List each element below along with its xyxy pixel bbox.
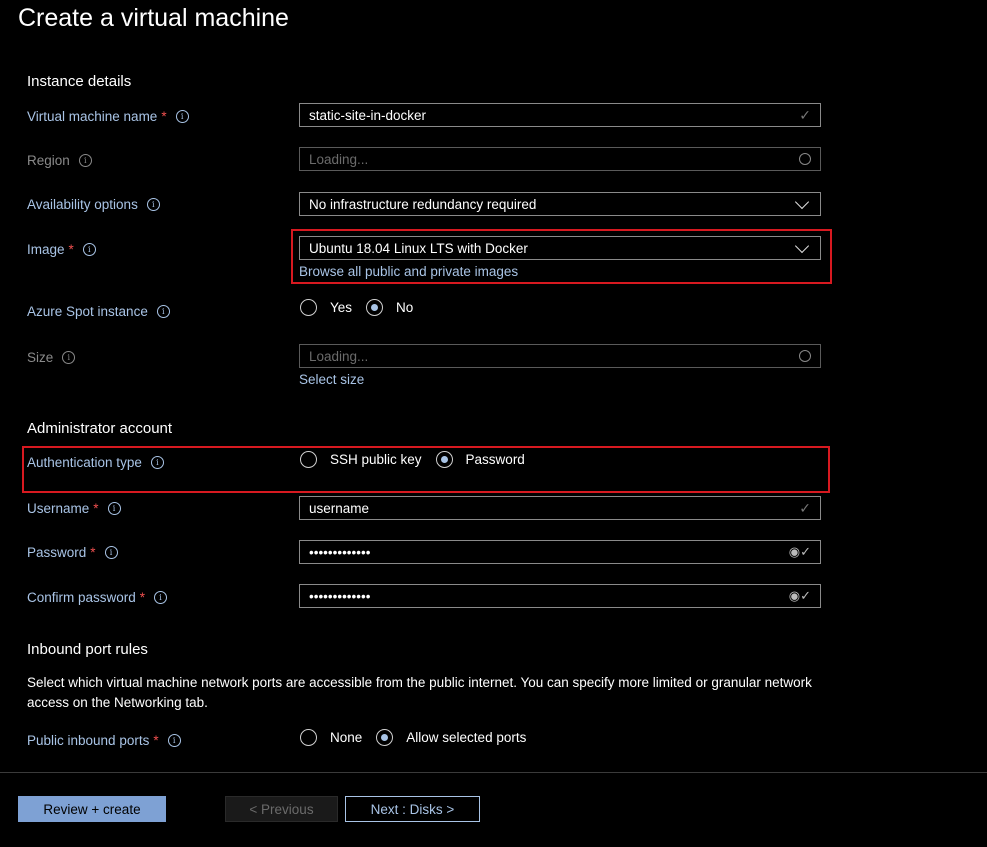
- spot-option-yes-label: Yes: [330, 300, 353, 315]
- region-label: Region i: [27, 153, 92, 168]
- password-input[interactable]: ••••••••••••• ◉✓: [299, 540, 821, 564]
- loading-spinner-icon: [799, 153, 811, 165]
- public-ports-label-text: Public inbound ports: [27, 733, 150, 748]
- password-label-text: Password: [27, 545, 87, 560]
- footer-divider: [0, 772, 987, 773]
- username-value: username: [309, 500, 370, 516]
- region-value: Loading...: [309, 151, 369, 167]
- info-icon[interactable]: i: [154, 591, 168, 604]
- size-label: Size i: [27, 350, 76, 365]
- availability-label: Availability options i: [27, 197, 160, 212]
- public-ports-radio-group: None Allow selected ports: [300, 729, 540, 746]
- spot-radio-group: Yes No: [300, 299, 427, 316]
- radio-button[interactable]: [300, 299, 317, 316]
- auth-highlight-box: [22, 446, 830, 493]
- size-label-text: Size: [27, 350, 54, 365]
- required-asterisk: *: [153, 733, 159, 748]
- username-label: Username * i: [27, 501, 121, 516]
- spot-option-no[interactable]: No: [366, 299, 413, 316]
- password-reveal-icon[interactable]: ◉✓: [789, 544, 811, 560]
- size-select[interactable]: Loading...: [299, 344, 821, 368]
- confirm-password-input[interactable]: ••••••••••••• ◉✓: [299, 584, 821, 608]
- spot-option-no-label: No: [396, 300, 414, 315]
- next-disks-button[interactable]: Next : Disks >: [345, 796, 480, 822]
- info-icon[interactable]: i: [82, 243, 96, 256]
- info-icon[interactable]: i: [107, 502, 121, 515]
- spot-label-text: Azure Spot instance: [27, 304, 148, 319]
- availability-value: No infrastructure redundancy required: [309, 196, 537, 212]
- vm-name-input[interactable]: static-site-in-docker ✓: [299, 103, 821, 127]
- radio-button-selected[interactable]: [376, 729, 394, 746]
- radio-button-selected[interactable]: [366, 299, 384, 316]
- loading-spinner-icon: [799, 350, 811, 362]
- confirm-password-label: Confirm password * i: [27, 590, 168, 605]
- password-value: •••••••••••••: [309, 544, 371, 560]
- section-administrator-account: Administrator account: [27, 420, 173, 437]
- spot-option-yes[interactable]: Yes: [300, 299, 352, 316]
- image-label: Image * i: [27, 242, 96, 257]
- checkmark-icon: ✓: [799, 106, 811, 123]
- vm-name-label-text: Virtual machine name: [27, 109, 158, 124]
- required-asterisk: *: [139, 590, 146, 605]
- ports-option-allow-label: Allow selected ports: [406, 730, 527, 745]
- radio-button[interactable]: [300, 729, 317, 746]
- password-reveal-icon[interactable]: ◉✓: [789, 588, 811, 604]
- info-icon[interactable]: i: [146, 198, 160, 211]
- info-icon[interactable]: i: [156, 305, 170, 318]
- required-asterisk: *: [93, 501, 99, 516]
- required-asterisk: *: [161, 109, 167, 124]
- ports-option-allow[interactable]: Allow selected ports: [376, 729, 526, 746]
- required-asterisk: *: [68, 242, 74, 257]
- confirm-password-value: •••••••••••••: [309, 588, 371, 604]
- inbound-description: Select which virtual machine network por…: [27, 675, 812, 710]
- public-ports-label: Public inbound ports * i: [27, 733, 181, 748]
- vm-name-value: static-site-in-docker: [309, 107, 427, 123]
- availability-select[interactable]: No infrastructure redundancy required: [299, 192, 821, 216]
- info-icon[interactable]: i: [104, 546, 118, 559]
- ports-option-none[interactable]: None: [300, 729, 362, 746]
- info-icon[interactable]: i: [62, 351, 76, 364]
- ports-option-none-label: None: [330, 730, 363, 745]
- page-title: Create a virtual machine: [18, 4, 289, 32]
- select-size-link[interactable]: Select size: [299, 372, 364, 387]
- info-icon[interactable]: i: [78, 154, 92, 167]
- spot-label: Azure Spot instance i: [27, 304, 170, 319]
- password-label: Password * i: [27, 545, 118, 560]
- required-asterisk: *: [90, 545, 96, 560]
- checkmark-icon: ✓: [799, 499, 811, 516]
- availability-label-text: Availability options: [27, 197, 138, 212]
- image-highlight-box: [291, 229, 832, 284]
- username-input[interactable]: username ✓: [299, 496, 821, 520]
- username-label-text: Username: [27, 501, 90, 516]
- review-create-button[interactable]: Review + create: [18, 796, 166, 822]
- confirm-password-label-text: Confirm password: [27, 590, 136, 605]
- info-icon[interactable]: i: [175, 110, 189, 123]
- section-inbound-port-rules: Inbound port rules: [27, 641, 148, 658]
- vm-name-label: Virtual machine name * i: [27, 109, 189, 124]
- region-select[interactable]: Loading...: [299, 147, 821, 171]
- info-icon[interactable]: i: [167, 734, 181, 747]
- previous-button[interactable]: < Previous: [225, 796, 338, 822]
- size-value: Loading...: [309, 348, 369, 364]
- image-label-text: Image: [27, 242, 65, 257]
- section-instance-details: Instance details: [27, 73, 132, 90]
- chevron-down-icon: [794, 194, 810, 209]
- region-label-text: Region: [27, 153, 70, 168]
